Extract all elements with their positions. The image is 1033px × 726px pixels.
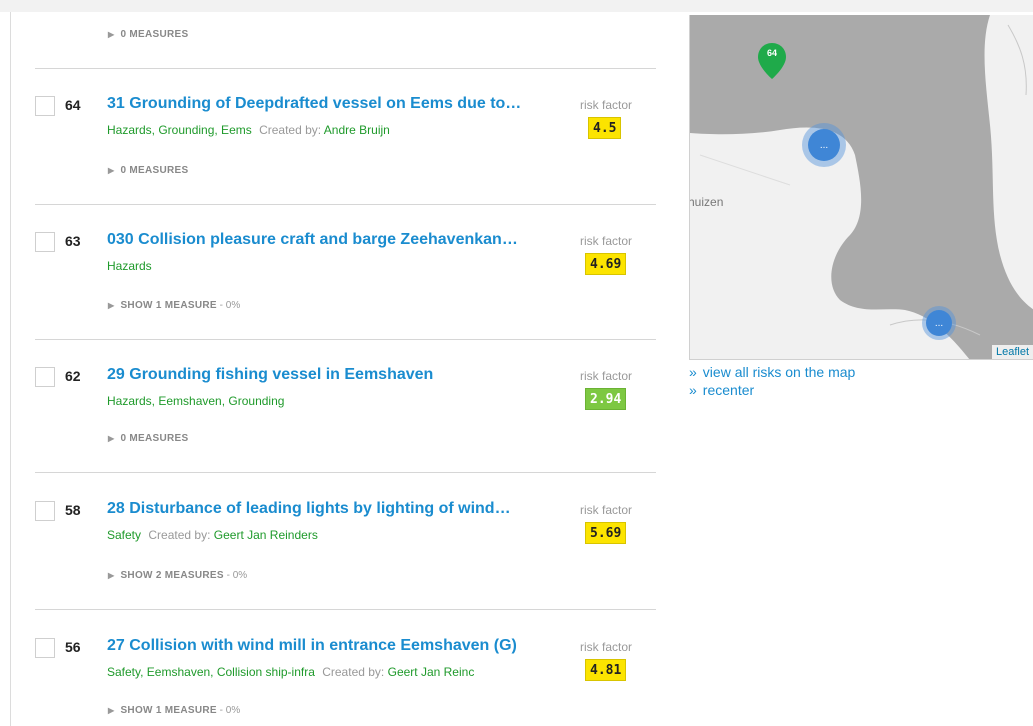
risk-tags[interactable]: Hazards, Grounding, Eems [107, 123, 252, 137]
risk-row: 56 27 Collision with wind mill in entran… [11, 636, 671, 706]
risk-factor-label: risk factor [579, 234, 632, 248]
risk-row: 64 31 Grounding of Deepdrafted vessel on… [11, 94, 671, 164]
created-by-label: Created by: [259, 123, 322, 137]
risk-factor-badge: 2.94 [585, 388, 627, 410]
risk-row: 62 29 Grounding fishing vessel in Eemsha… [11, 365, 671, 435]
author-link[interactable]: Geert Jan Reinc [388, 665, 475, 679]
recenter-link[interactable]: » recenter [689, 381, 855, 399]
map-cluster[interactable]: ... [922, 306, 956, 340]
caret-right-icon: ▶ [108, 706, 115, 715]
cluster-label: ... [926, 310, 952, 336]
measures-toggle[interactable]: ▶ 0 MEASURES [108, 165, 188, 176]
risk-number: 63 [65, 233, 81, 249]
measures-toggle[interactable]: ▶ SHOW 2 MEASURES - 0% [108, 570, 247, 581]
risk-number: 64 [65, 97, 81, 113]
measures-toggle[interactable]: ▶ 0 MEASURES [108, 433, 188, 444]
double-chevron-right-icon: » [689, 382, 697, 398]
caret-right-icon: ▶ [108, 571, 115, 580]
risk-meta: Hazards, Grounding, Eems Created by: And… [107, 123, 537, 137]
map-tiles [690, 15, 1033, 359]
risk-factor-label: risk factor [579, 640, 632, 654]
risk-map[interactable]: huizen 64 ... ... Leaflet [689, 15, 1033, 360]
risk-meta: Safety, Eemshaven, Collision ship-infra … [107, 665, 537, 679]
risk-map-pin[interactable]: 64 [756, 41, 788, 81]
risk-meta: Hazards, Eemshaven, Grounding [107, 394, 537, 408]
row-checkbox[interactable] [35, 638, 55, 658]
view-all-risks-link[interactable]: » view all risks on the map [689, 363, 855, 381]
risk-tags[interactable]: Safety, Eemshaven, Collision ship-infra [107, 665, 315, 679]
risk-number: 62 [65, 368, 81, 384]
risk-factor-badge: 4.5 [588, 117, 622, 139]
risk-factor-label: risk factor [579, 98, 632, 112]
created-by-label: Created by: [148, 528, 211, 542]
risk-number: 56 [65, 639, 81, 655]
risk-tags[interactable]: Safety [107, 528, 141, 542]
top-bar [0, 0, 1033, 12]
risk-title-link[interactable]: 030 Collision pleasure craft and barge Z… [107, 231, 539, 249]
risk-meta: Hazards [107, 259, 537, 273]
created-by-label: Created by: [322, 665, 385, 679]
map-links: » view all risks on the map » recenter [689, 363, 855, 399]
cluster-label: ... [808, 129, 840, 161]
risk-row: 58 28 Disturbance of leading lights by l… [11, 499, 671, 569]
divider [35, 204, 656, 205]
risk-list: ▶ 0 MEASURES 64 31 Grounding of Deepdraft… [11, 12, 671, 726]
row-checkbox[interactable] [35, 232, 55, 252]
leaflet-attribution-link[interactable]: Leaflet [991, 345, 1033, 359]
author-link[interactable]: Geert Jan Reinders [214, 528, 318, 542]
risk-factor-label: risk factor [579, 369, 632, 383]
map-pin-icon [758, 43, 786, 79]
caret-right-icon: ▶ [108, 166, 115, 175]
pin-label: 64 [766, 48, 777, 58]
double-chevron-right-icon: » [689, 364, 697, 380]
divider [35, 609, 656, 610]
divider [35, 472, 656, 473]
measures-toggle[interactable]: ▶ SHOW 1 MEASURE - 0% [108, 300, 240, 311]
risk-title-link[interactable]: 27 Collision with wind mill in entrance … [107, 637, 539, 655]
map-place-label: huizen [689, 195, 724, 209]
risk-title-link[interactable]: 29 Grounding fishing vessel in Eemshaven [107, 366, 539, 384]
risk-factor-badge: 5.69 [585, 522, 627, 544]
risk-factor-badge: 4.69 [585, 253, 627, 275]
risk-factor-label: risk factor [579, 503, 632, 517]
caret-right-icon: ▶ [108, 30, 115, 39]
row-checkbox[interactable] [35, 501, 55, 521]
row-checkbox[interactable] [35, 96, 55, 116]
risk-row: 63 030 Collision pleasure craft and barg… [11, 230, 671, 300]
divider [35, 339, 656, 340]
risk-number: 58 [65, 502, 81, 518]
row-checkbox[interactable] [35, 367, 55, 387]
measures-toggle[interactable]: ▶ SHOW 1 MEASURE - 0% [108, 705, 240, 716]
author-link[interactable]: Andre Bruijn [324, 123, 390, 137]
map-cluster[interactable]: ... [802, 123, 846, 167]
caret-right-icon: ▶ [108, 301, 115, 310]
risk-factor-badge: 4.81 [585, 659, 627, 681]
caret-right-icon: ▶ [108, 434, 115, 443]
risk-tags[interactable]: Hazards [107, 259, 152, 273]
risk-meta: Safety Created by: Geert Jan Reinders [107, 528, 537, 542]
risk-tags[interactable]: Hazards, Eemshaven, Grounding [107, 394, 284, 408]
risk-title-link[interactable]: 31 Grounding of Deepdrafted vessel on Ee… [107, 95, 539, 113]
measures-toggle[interactable]: ▶ 0 MEASURES [108, 29, 188, 40]
divider [35, 68, 656, 69]
risk-title-link[interactable]: 28 Disturbance of leading lights by ligh… [107, 500, 539, 518]
